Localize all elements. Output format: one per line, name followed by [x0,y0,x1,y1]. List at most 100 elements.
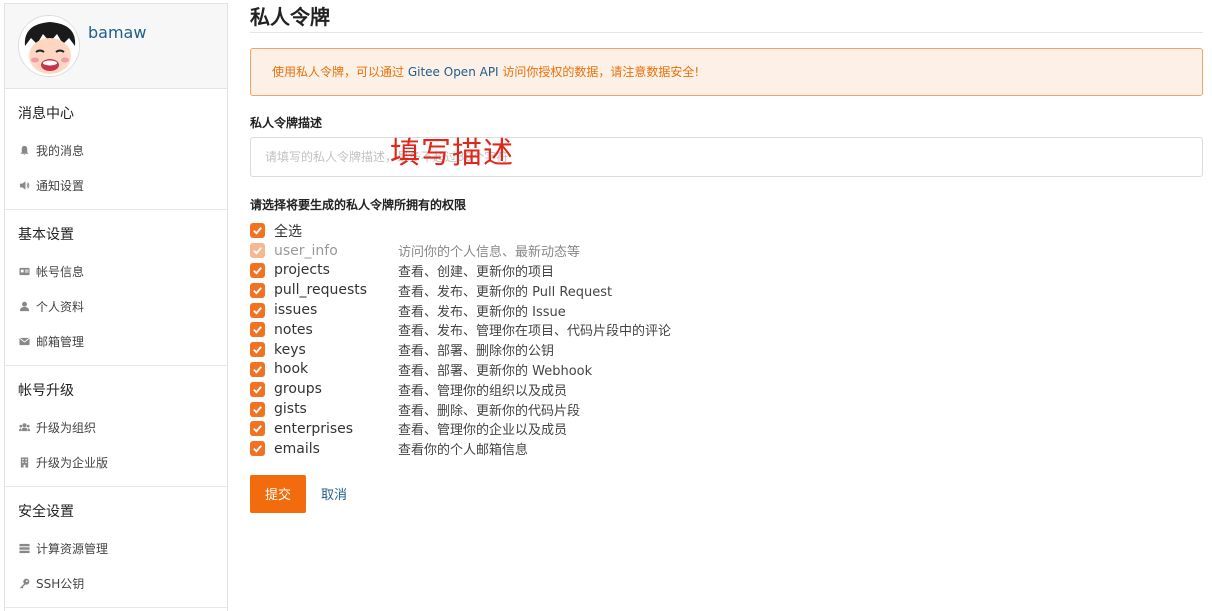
profile-header: bamaw [5,4,227,89]
permission-checkbox[interactable] [250,342,265,358]
permission-name: keys [274,341,306,358]
select-all-checkbox[interactable] [250,223,265,239]
sidebar-section-title: 帐号升级 [18,383,74,399]
permission-name: notes [274,321,313,338]
permission-description: 查看、部署、更新你的 Webhook [398,363,593,379]
permission-checkbox[interactable] [250,282,265,298]
sidebar-item-label: 通知设置 [36,179,85,193]
description-label: 私人令牌描述 [250,116,323,130]
check-icon [253,227,262,235]
sidebar-item[interactable]: SSH公钥 [5,566,227,601]
permission-description: 查看、发布、更新你的 Issue [398,304,566,320]
permission-name: hook [274,361,309,378]
sidebar-item-label: SSH公钥 [36,577,85,591]
permission-name: emails [274,440,320,457]
sidebar-section: 安全设置计算资源管理 SSH公钥 [5,487,227,608]
cancel-link[interactable]: 取消 [321,484,347,503]
sidebar-item[interactable]: 升级为组织 [5,410,227,445]
permission-name: issues [274,302,318,319]
check-icon [253,247,262,255]
envelope-icon [18,336,30,348]
sidebar-item[interactable]: 帐号信息 [5,254,227,289]
sidebar-section-title: 基本设置 [18,227,74,243]
alert-text-before: 使用私人令牌，可以通过 [272,65,408,79]
permission-checkbox[interactable] [250,322,265,338]
sidebar-section: 消息中心我的消息通知设置 [5,89,227,210]
permission-row[interactable]: pull_requests 查看、发布、更新你的 Pull Request [250,280,1203,300]
sidebar-section-title: 安全设置 [18,504,74,520]
permission-checkbox[interactable] [250,302,265,318]
permission-name: enterprises [274,420,354,437]
server-icon [18,543,30,555]
permission-description: 查看、管理你的企业以及成员 [398,423,568,439]
permission-row[interactable]: notes 查看、发布、管理你在项目、代码片段中的评论 [250,320,1203,340]
check-icon [253,326,262,334]
permission-row[interactable]: enterprises 查看、管理你的企业以及成员 [250,419,1203,439]
key-icon [18,578,30,590]
sidebar: bamaw 消息中心我的消息通知设置基本设置帐号信息个人资料邮箱管理帐号升级升级… [4,3,228,611]
permission-row[interactable]: emails 查看你的个人邮箱信息 [250,439,1203,459]
check-icon [253,346,262,354]
permission-checkbox[interactable] [250,262,265,278]
permission-description: 查看、管理你的组织以及成员 [398,383,568,399]
permission-checkbox[interactable] [250,361,265,377]
permission-name: gists [274,401,307,418]
check-icon [253,366,262,374]
annotation-overlay-text: 填写描述 [390,136,514,171]
info-alert: 使用私人令牌，可以通过 Gitee Open API 访问你授权的数据，请注意数… [250,48,1203,96]
avatar[interactable] [18,15,80,77]
permission-name: groups [274,381,322,398]
permission-description: 查看、发布、管理你在项目、代码片段中的评论 [398,324,672,340]
building-icon [18,457,30,469]
sidebar-item[interactable]: 个人资料 [5,289,227,324]
form-actions: 提交 取消 [250,474,1203,513]
sidebar-section-title: 消息中心 [18,106,74,122]
user-icon [18,301,30,313]
sidebar-item-label: 邮箱管理 [36,335,85,349]
sidebar-item[interactable]: 升级为企业版 [5,445,227,480]
permission-row[interactable]: gists 查看、删除、更新你的代码片段 [250,399,1203,419]
bell-icon [18,145,30,157]
permission-checkbox[interactable] [250,401,265,417]
permission-checkbox[interactable] [250,441,265,457]
check-icon [253,385,262,394]
alert-text-after: 访问你授权的数据，请注意数据安全! [498,65,700,79]
main-content: 私人令牌 使用私人令牌，可以通过 Gitee Open API 访问你授权的数据… [250,0,1203,513]
permission-description: 查看、部署、删除你的公钥 [398,344,555,360]
permission-description: 查看、创建、更新你的项目 [398,264,555,280]
permission-row[interactable]: keys 查看、部署、删除你的公钥 [250,340,1203,360]
sidebar-item[interactable]: 邮箱管理 [5,324,227,359]
permission-row[interactable]: groups 查看、管理你的组织以及成员 [250,379,1203,399]
speaker-icon [18,180,30,192]
permission-description: 查看你的个人邮箱信息 [398,443,529,459]
permission-row[interactable]: projects 查看、创建、更新你的项目 [250,261,1203,281]
check-icon [253,306,262,315]
sidebar-item-label: 升级为企业版 [36,456,109,470]
permission-name: user_info [274,242,338,259]
permission-description: 访问你的个人信息、最新动态等 [398,245,581,261]
sidebar-item[interactable]: 计算资源管理 [5,531,227,566]
sidebar-item-label: 个人资料 [36,300,85,314]
permission-row[interactable]: hook 查看、部署、更新你的 Webhook [250,360,1203,380]
sidebar-item-label: 我的消息 [36,144,85,158]
username[interactable]: bamaw [88,23,146,42]
permission-checkbox[interactable] [250,381,265,397]
permissions-label: 请选择将要生成的私人令牌所拥有的权限 [250,198,467,212]
permission-name: pull_requests [274,282,368,299]
sidebar-section: 基本设置帐号信息个人资料邮箱管理 [5,210,227,366]
sidebar-item[interactable]: 通知设置 [5,168,227,203]
select-all-row[interactable]: 全选 [250,221,1203,241]
users-icon [18,422,30,434]
sidebar-item-label: 帐号信息 [36,265,85,279]
sidebar-item-label: 计算资源管理 [36,542,109,556]
select-all-label: 全选 [274,223,302,240]
permission-row[interactable]: issues 查看、发布、更新你的 Issue [250,300,1203,320]
submit-button[interactable]: 提交 [250,474,306,513]
alert-link[interactable]: Gitee Open API [408,65,499,79]
page-title: 私人令牌 [250,0,1203,33]
permission-description: 查看、发布、更新你的 Pull Request [398,284,613,300]
sidebar-item[interactable]: 我的消息 [5,133,227,168]
permission-checkbox[interactable] [250,421,265,437]
permission-row: user_info 访问你的个人信息、最新动态等 [250,241,1203,261]
permission-checkbox [250,243,265,259]
